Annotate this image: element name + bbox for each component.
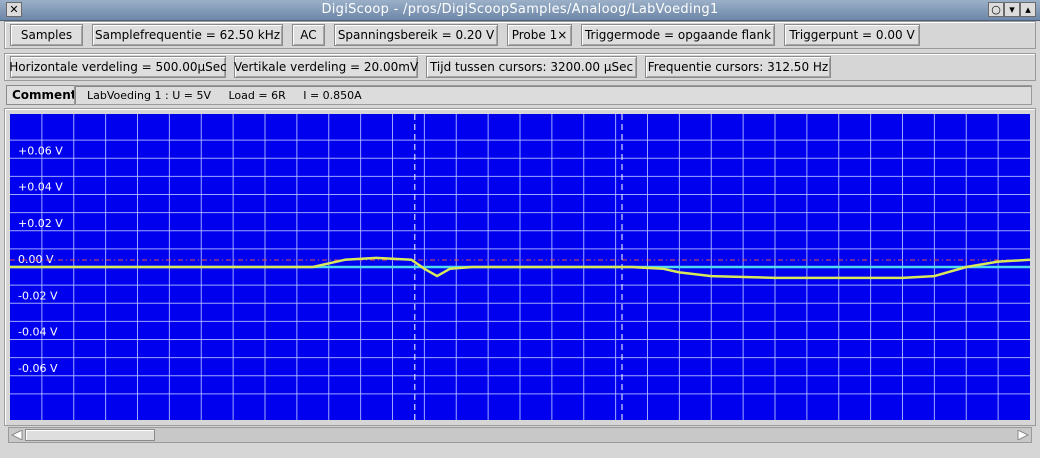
vertikale-verdeling-button[interactable]: Vertikale verdeling = 20.00mV	[234, 56, 418, 78]
horizontal-scrollbar[interactable]	[8, 427, 1032, 443]
y-tick-label: +0.04 V	[18, 181, 63, 194]
triggermode-button[interactable]: Triggermode = opgaande flank	[581, 24, 775, 46]
minimize-icon[interactable]: ▾	[1004, 2, 1020, 17]
samples-button[interactable]: Samples	[10, 24, 83, 46]
window-title: DigiScoop - /pros/DigiScoopSamples/Analo…	[321, 2, 719, 17]
probe-button[interactable]: Probe 1×	[507, 24, 572, 46]
scrollbar-thumb[interactable]	[25, 429, 155, 441]
comment-label: Comment	[6, 85, 83, 105]
scroll-left-icon[interactable]	[11, 430, 23, 440]
frequentie-cursors-button[interactable]: Frequentie cursors: 312.50 Hz	[645, 56, 831, 78]
y-tick-label: -0.06 V	[18, 362, 58, 375]
y-tick-label: -0.04 V	[18, 326, 58, 339]
y-tick-label: -0.02 V	[18, 289, 58, 302]
ac-button[interactable]: AC	[292, 24, 325, 46]
tijd-tussen-cursors-button[interactable]: Tijd tussen cursors: 3200.00 µSec	[426, 56, 637, 78]
iconify-icon[interactable]: ○	[988, 2, 1004, 17]
spanningsbereik-button[interactable]: Spanningsbereik = 0.20 V	[334, 24, 498, 46]
title-bar: ✕ DigiScoop - /pros/DigiScoopSamples/Ana…	[0, 0, 1040, 21]
comment-field[interactable]: LabVoeding 1 : U = 5V Load = 6R I = 0.85…	[74, 85, 1032, 105]
y-tick-label: +0.06 V	[18, 144, 63, 157]
horizontale-verdeling-button[interactable]: Horizontale verdeling = 500.00µSec	[9, 56, 227, 78]
scroll-right-icon[interactable]	[1017, 430, 1029, 440]
samplefrequentie-button[interactable]: Samplefrequentie = 62.50 kHz	[92, 24, 283, 46]
scope-display[interactable]: +0.06 V+0.04 V+0.02 V0.00 V-0.02 V-0.04 …	[10, 114, 1030, 420]
maximize-icon[interactable]: ▴	[1020, 2, 1036, 17]
triggerpunt-button[interactable]: Triggerpunt = 0.00 V	[784, 24, 920, 46]
y-tick-label: +0.02 V	[18, 217, 63, 230]
